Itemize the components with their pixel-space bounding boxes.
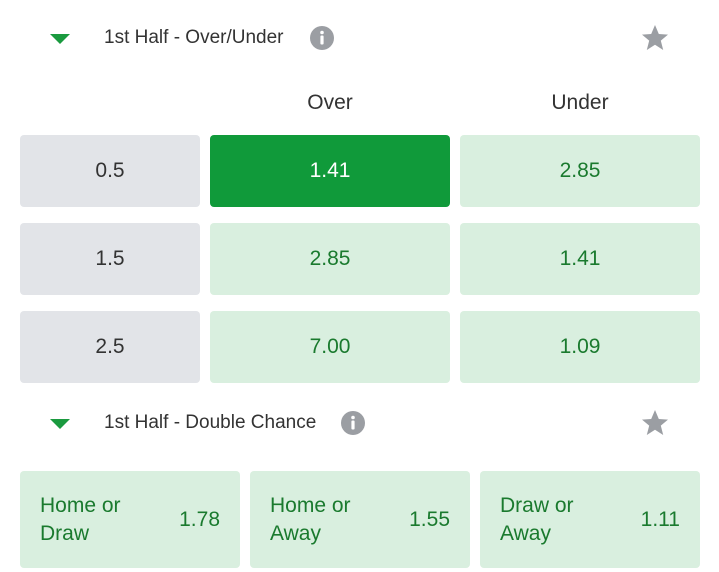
double-chance-option-home-or-draw[interactable]: Home or Draw 1.78 xyxy=(20,471,240,568)
option-label: Draw or Away xyxy=(500,494,574,545)
column-header-over: Over xyxy=(307,91,353,114)
option-odd: 1.78 xyxy=(179,508,220,531)
double-chance-option-draw-or-away[interactable]: Draw or Away 1.11 xyxy=(480,471,700,568)
favorite-star-icon[interactable] xyxy=(640,24,670,52)
odd-button-under[interactable]: 1.09 xyxy=(460,311,700,383)
info-icon[interactable] xyxy=(310,26,334,50)
info-icon[interactable] xyxy=(341,411,365,435)
odd-button-under[interactable]: 2.85 xyxy=(460,135,700,207)
odd-button-over[interactable]: 2.85 xyxy=(210,223,450,295)
option-label: Home or Away xyxy=(270,494,351,545)
collapse-caret-down-icon[interactable] xyxy=(48,417,72,431)
double-chance-option-home-or-away[interactable]: Home or Away 1.55 xyxy=(250,471,470,568)
goal-line-cell: 2.5 xyxy=(20,311,200,383)
odd-button-over[interactable]: 7.00 xyxy=(210,311,450,383)
goal-line-cell: 1.5 xyxy=(20,223,200,295)
option-label: Home or Draw xyxy=(40,494,121,545)
over-under-header: 1st Half - Over/Under xyxy=(0,16,719,60)
market-title-double-chance: 1st Half - Double Chance xyxy=(104,412,317,433)
market-title-over-under: 1st Half - Over/Under xyxy=(104,27,284,48)
goal-line-cell: 0.5 xyxy=(20,135,200,207)
odd-button-under[interactable]: 1.41 xyxy=(460,223,700,295)
double-chance-header: 1st Half - Double Chance xyxy=(0,401,719,445)
collapse-caret-down-icon[interactable] xyxy=(48,32,72,46)
odd-button-over[interactable]: 1.41 xyxy=(210,135,450,207)
favorite-star-icon[interactable] xyxy=(640,409,670,437)
option-odd: 1.11 xyxy=(640,508,680,531)
option-odd: 1.55 xyxy=(409,508,450,531)
column-header-under: Under xyxy=(551,91,609,114)
